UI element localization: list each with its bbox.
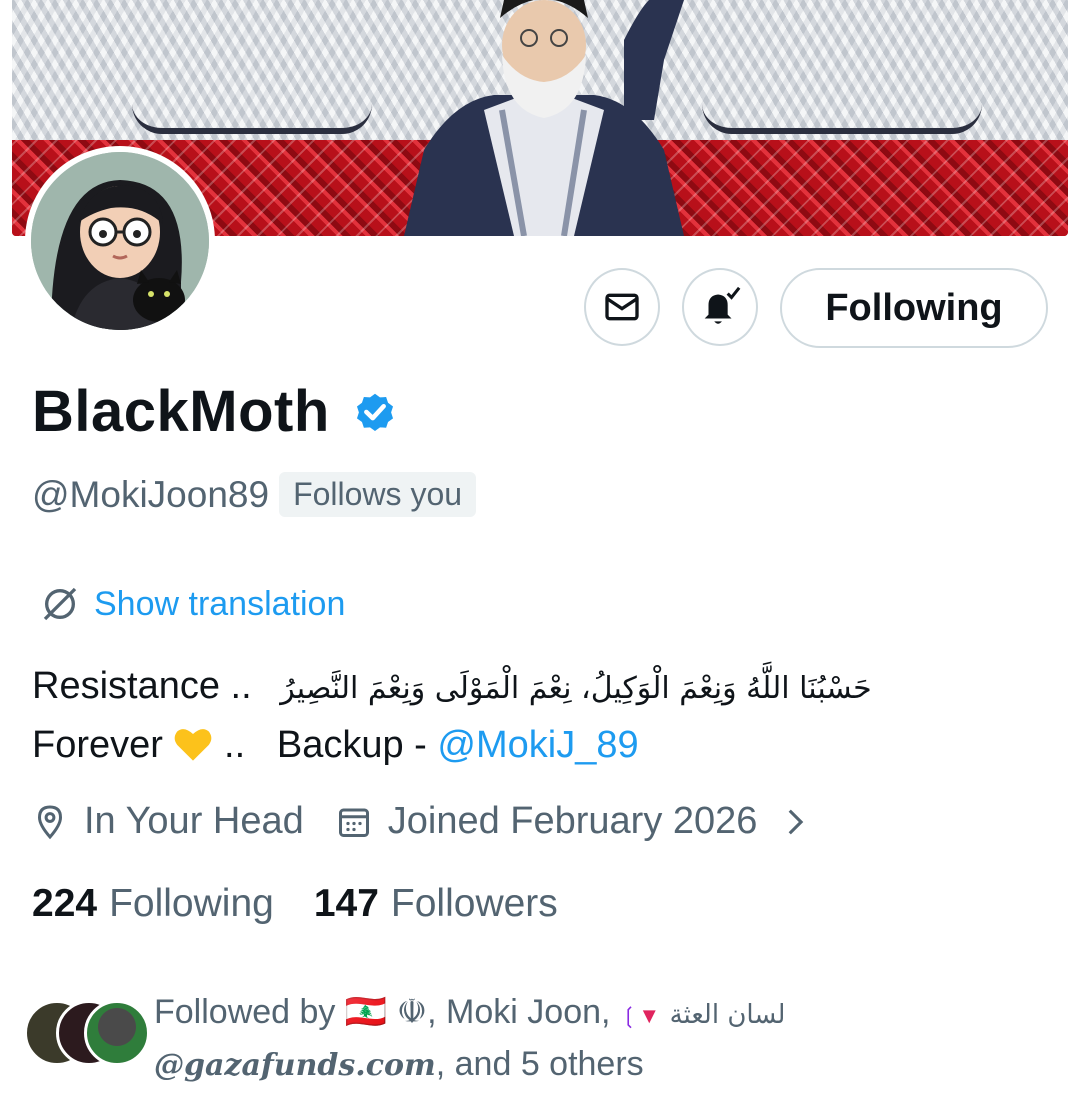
followers-label: Followers <box>390 882 558 925</box>
notifications-button[interactable] <box>682 268 758 346</box>
followed-by-suffix: , and 5 others <box>435 1045 644 1083</box>
chevron-right-icon[interactable] <box>777 805 811 839</box>
location-text: In Your Head <box>84 800 304 842</box>
follows-you-badge: Follows you <box>279 472 477 517</box>
translate-globe-icon <box>43 587 77 621</box>
follow-stats: 224 Following 147 Followers <box>32 882 558 926</box>
bio-text-resistance: Resistance .. <box>32 665 252 707</box>
bio-backup-text: Backup - <box>276 724 427 766</box>
location-pin-icon <box>37 804 63 839</box>
following-count: 224 <box>32 882 98 925</box>
following-stat[interactable]: 224 Following <box>32 882 274 926</box>
banner-calligraphy-right <box>702 8 982 134</box>
followed-by-arabic-name: لسان العثة <box>669 1000 786 1030</box>
banner-calligraphy-left <box>132 8 372 134</box>
bio-arabic-verse: حَسْبُنَا اللَّهُ وَنِعْمَ الْوَكِيلُ، ن… <box>280 671 872 706</box>
handle: @MokiJoon89 <box>32 473 270 515</box>
profile-bio: Resistance .. حَسْبُنَا اللَّهُ وَنِعْمَ… <box>32 658 1032 773</box>
verified-badge-icon[interactable] <box>352 389 398 435</box>
lebanon-flag: 🇱🇧 <box>344 993 388 1031</box>
handle-row: @MokiJoon89 Follows you <box>32 472 477 517</box>
bio-line-2: Forever .. Backup - @MokiJ_89 <box>32 717 1032 773</box>
followers-count: 147 <box>313 882 379 925</box>
bio-backup-link[interactable]: @MokiJ_89 <box>437 724 638 766</box>
followed-by-text: Followed by 🇱🇧 ☫, Moki Joon, ❲▼ لسان الع… <box>154 993 786 1083</box>
show-translation-label: Show translation <box>94 584 346 623</box>
follower-avatar-3 <box>84 1000 150 1066</box>
bio-line-1: Resistance .. حَسْبُنَا اللَّهُ وَنِعْمَ… <box>32 658 1032 717</box>
following-button[interactable]: Following <box>780 268 1048 348</box>
followers-stat[interactable]: 147 Followers <box>314 882 558 926</box>
display-name: BlackMoth <box>32 379 330 444</box>
followed-by-name-3: @gazafunds.com <box>154 1048 436 1083</box>
profile-name-row: BlackMoth <box>32 378 398 445</box>
followed-by-prefix: Followed by <box>154 993 336 1031</box>
bell-check-icon <box>704 286 741 324</box>
show-translation-link[interactable]: Show translation <box>40 584 345 624</box>
followed-by-name-2: , Moki Joon, <box>427 993 611 1031</box>
joined-text: Joined February 2026 <box>387 800 758 842</box>
follower-avatars <box>24 1000 150 1066</box>
following-label: Following <box>109 882 274 925</box>
iran-emblem: ☫ <box>396 993 428 1031</box>
calendar-icon <box>338 808 369 837</box>
avatar[interactable] <box>25 146 215 336</box>
followed-by-row[interactable]: Followed by 🇱🇧 ☫, Moki Joon, ❲▼ لسان الع… <box>24 988 785 1090</box>
banner-figure <box>404 0 684 236</box>
bio-separator: .. <box>224 724 246 766</box>
yellow-heart-emoji <box>175 729 212 761</box>
avatar-image <box>31 152 209 330</box>
message-button[interactable] <box>584 268 660 346</box>
profile-meta: In Your Head Joined February 2026 <box>32 800 811 843</box>
bio-text-forever: Forever <box>32 724 163 766</box>
mail-icon <box>605 293 639 321</box>
